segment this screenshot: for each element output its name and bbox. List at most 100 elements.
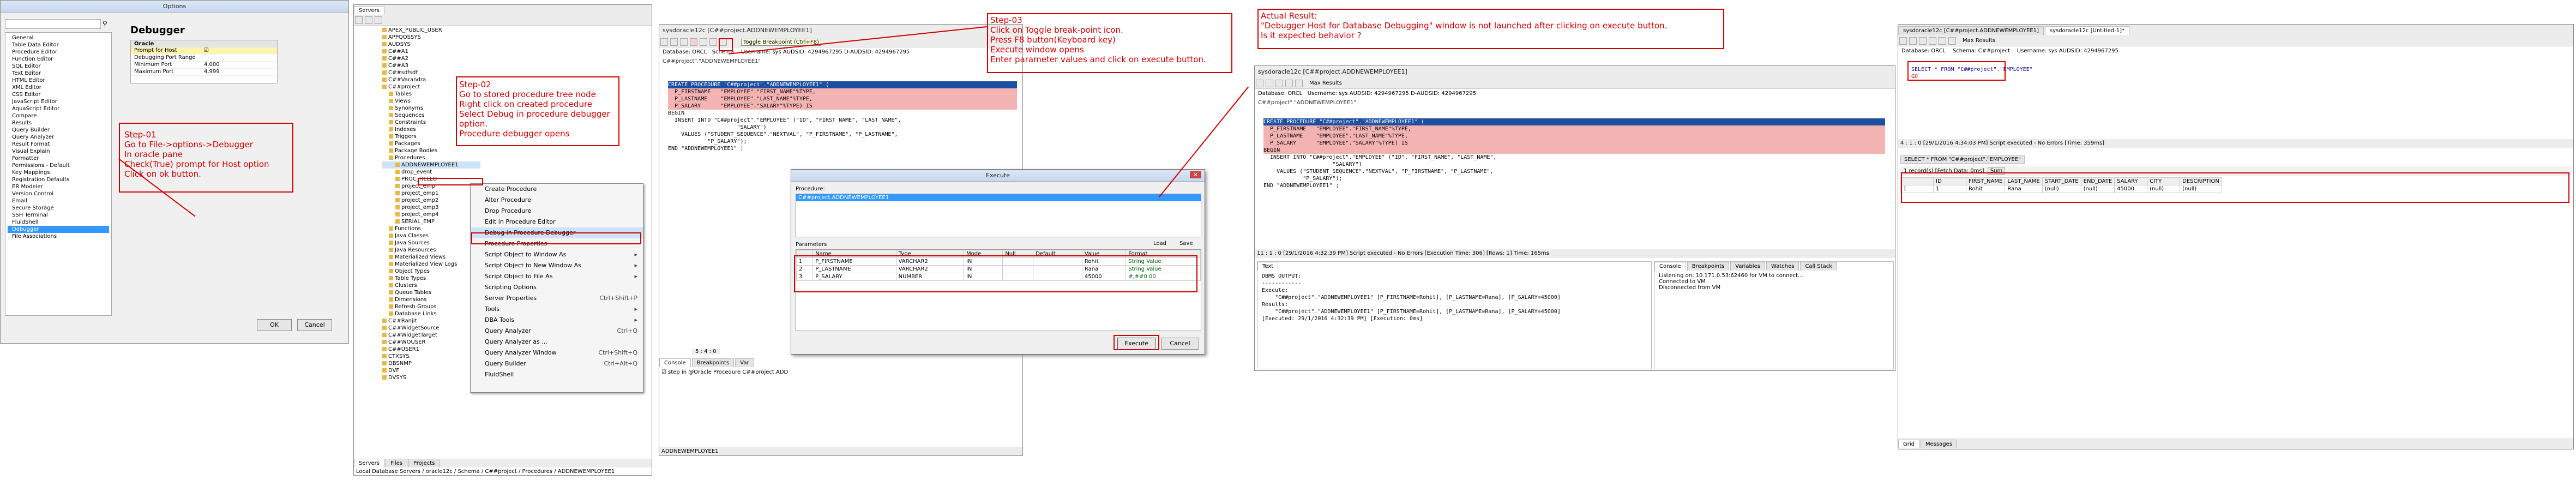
server-tree-item[interactable]: project_emp1 [382, 190, 480, 197]
console-tab[interactable]: Variables [1730, 262, 1765, 271]
prop-row[interactable]: Maximum Port 4,999 [131, 69, 277, 76]
context-menu-item[interactable]: Script Object to New Window As ▸ [471, 260, 643, 271]
server-tree-item[interactable]: Functions [382, 225, 480, 232]
options-tree-item[interactable]: AquaScript Editor [8, 105, 109, 112]
server-tree-item[interactable]: project_emp3 [382, 204, 480, 211]
server-tree-item[interactable]: C##sdfsdf [382, 69, 480, 76]
server-tree-item[interactable]: C##USER1 [382, 346, 480, 353]
procedure-list[interactable]: C##project.ADDNEWEMPLOYEE1 [796, 194, 1201, 237]
server-tree-item[interactable]: CTXSYS [382, 353, 480, 360]
prop-row[interactable]: Prompt for Host ☑ [131, 47, 277, 55]
server-tree-item[interactable]: project_emp2 [382, 197, 480, 204]
server-tree-item[interactable]: Queue Tables [382, 289, 480, 296]
options-tree-item[interactable]: Result Format [8, 141, 109, 148]
options-tree-item[interactable]: Permissions - Default [8, 162, 109, 169]
server-tree-item[interactable]: C##WidgetSource [382, 325, 480, 332]
options-tree-item[interactable]: Compare [8, 112, 109, 119]
prop-row[interactable]: Minimum Port 4,000 [131, 62, 277, 69]
server-tree-item[interactable]: Materialized Views [382, 254, 480, 261]
options-tree-item[interactable]: Procedure Editor [8, 49, 109, 56]
max-results[interactable]: Max Results [1309, 80, 1342, 86]
debugger-tab[interactable]: Console [659, 358, 691, 367]
context-menu-item[interactable]: Alter Procedure [471, 195, 643, 206]
options-tree-item[interactable]: Key Mappings [8, 169, 109, 176]
options-tree[interactable]: General Table Data Editor Procedure Editor… [5, 32, 112, 316]
result-code[interactable]: CREATE PROCEDURE "C##project"."ADDNEWEMP… [1263, 118, 1885, 249]
context-menu-item[interactable]: DBA Tools ▸ [471, 315, 643, 326]
context-menu-item[interactable]: Tools ▸ [471, 304, 643, 315]
save-button[interactable]: Save [1179, 241, 1193, 247]
context-menu-item[interactable]: Query Analyzer Window Ctrl+Shift+Q [471, 347, 643, 358]
exec-cancel-button[interactable]: Cancel [1161, 338, 1199, 350]
options-tree-item[interactable]: Secure Storage [8, 205, 109, 212]
server-tree-item[interactable]: Table Types [382, 275, 480, 282]
context-menu-item[interactable]: Query Builder Ctrl+Alt+Q [471, 358, 643, 369]
console-tab[interactable]: Watches [1766, 262, 1799, 271]
server-tree-item[interactable]: C##A2 [382, 55, 480, 62]
options-tree-item[interactable]: JavaScript Editor [8, 98, 109, 105]
toggle-breakpoint-icon[interactable] [690, 38, 697, 46]
console-tab[interactable]: Console [1654, 262, 1686, 271]
sql-editor[interactable]: SELECT * FROM "C##project"."EMPLOYEE" GO [1911, 66, 2566, 131]
prop-value[interactable] [202, 55, 204, 61]
options-tree-item[interactable]: Debugger [8, 226, 109, 233]
context-menu-item[interactable]: Query Analyzer as ... [471, 337, 643, 347]
options-tree-item[interactable]: FluidShell [8, 219, 109, 226]
options-tree-item[interactable]: Registration Defaults [8, 176, 109, 183]
options-search[interactable] [5, 19, 101, 29]
context-menu-item[interactable]: Drop Procedure [471, 206, 643, 217]
server-tree-item[interactable]: Refresh Groups [382, 303, 480, 310]
server-tree-item[interactable]: Java Sources [382, 239, 480, 247]
options-tree-item[interactable]: Table Data Editor [8, 41, 109, 49]
breakpoint-item[interactable]: ☑ step in @Oracle Procedure C##project.A… [661, 369, 788, 375]
server-tree-item[interactable]: Java Resources [382, 247, 480, 254]
server-tree-item[interactable]: DBSNMP [382, 360, 480, 367]
server-tree-item[interactable]: project_emp4 [382, 211, 480, 218]
server-tree-item[interactable]: Dimensions [382, 296, 480, 303]
server-tree-item[interactable]: DVF [382, 367, 480, 374]
server-tree-item[interactable]: C##WOUSER [382, 339, 480, 346]
prop-row[interactable]: Debugging Port Range [131, 55, 277, 62]
tab-servers[interactable]: Servers [354, 6, 385, 15]
server-tree-item[interactable]: ADDNEWEMPLOYEE1 [382, 161, 480, 169]
bottom-tab[interactable]: Servers [354, 459, 385, 467]
console-tab[interactable]: Breakpoints [1687, 262, 1730, 271]
server-tree-item[interactable]: Package Bodies [382, 147, 480, 154]
options-tree-item[interactable]: General [8, 34, 109, 41]
server-tree-item[interactable]: Java Classes [382, 232, 480, 239]
server-tree-item[interactable]: drop_event [382, 169, 480, 176]
options-tree-item[interactable]: Results [8, 119, 109, 127]
bottom-tab[interactable]: Files [386, 459, 407, 467]
server-tree-item[interactable]: APEX_PUBLIC_USER [382, 27, 480, 34]
server-tree-item[interactable]: C##Ranjit [382, 317, 480, 325]
grid-tab[interactable]: Grid [1898, 440, 1919, 448]
server-tree-item[interactable]: AUDSYS [382, 41, 480, 48]
tab-proc[interactable]: sysdoracle12c [C##project.ADDNEWEMPLOYEE… [1898, 26, 2044, 35]
server-tree-item[interactable]: Object Types [382, 268, 480, 275]
context-menu-item[interactable]: Edit in Procedure Editor [471, 217, 643, 227]
context-menu-item[interactable]: Create Procedure [471, 184, 643, 195]
options-tree-item[interactable]: Query Analyzer [8, 134, 109, 141]
context-menu-item[interactable]: Script Object to File As ▸ [471, 271, 643, 282]
bottom-tab[interactable]: Projects [408, 459, 440, 467]
options-tree-item[interactable]: Query Builder [8, 127, 109, 134]
options-tree-item[interactable]: SQL Editor [8, 63, 109, 70]
server-tree-item[interactable]: Materialized View Logs [382, 261, 480, 268]
ok-button[interactable]: OK [257, 319, 292, 331]
options-tree-item[interactable]: Text Editor [8, 70, 109, 77]
options-tree-item[interactable]: XML Editor [8, 84, 109, 91]
context-menu-item[interactable]: Query Analyzer Ctrl+Q [471, 326, 643, 337]
server-tree-item[interactable]: C##WidgetTarget [382, 332, 480, 339]
tab-text[interactable]: Text [1257, 262, 1279, 271]
options-tree-item[interactable]: Formatter [8, 155, 109, 162]
prop-value[interactable]: ☑ [202, 47, 209, 54]
options-tree-item[interactable]: Version Control [8, 190, 109, 197]
options-tree-item[interactable]: CSS Editor [8, 91, 109, 98]
console-tab[interactable]: Call Stack [1800, 262, 1837, 271]
options-tree-item[interactable]: ER Modeler [8, 183, 109, 190]
debugger-tab[interactable]: Breakpoints [691, 358, 735, 367]
procedure-item[interactable]: C##project.ADDNEWEMPLOYEE1 [796, 194, 1201, 201]
server-tree-item[interactable]: C##A3 [382, 62, 480, 69]
tab-untitled[interactable]: sysdoracle12c [Untitled-1]* [2044, 26, 2130, 35]
options-tree-item[interactable]: Visual Explain [8, 148, 109, 155]
